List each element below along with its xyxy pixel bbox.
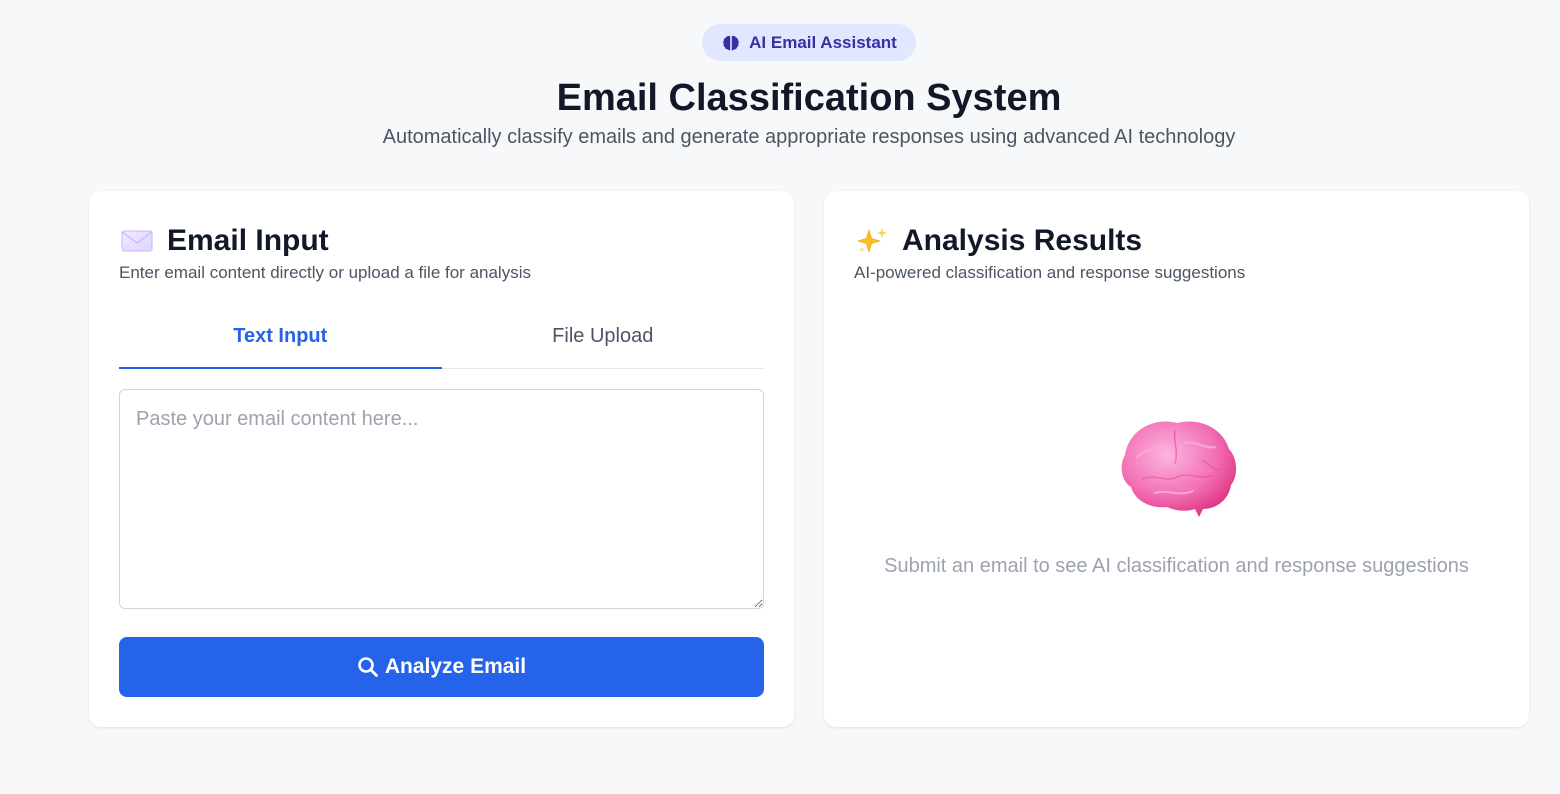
envelope-icon bbox=[121, 230, 153, 252]
badge-label: AI Email Assistant bbox=[749, 32, 897, 52]
page: AI Email Assistant Email Classification … bbox=[0, 0, 1560, 794]
analysis-results-title: Analysis Results bbox=[902, 224, 1143, 257]
email-input-description: Enter email content directly or upload a… bbox=[119, 263, 531, 282]
tab-text-input[interactable]: Text Input bbox=[119, 315, 442, 369]
brain-illustration bbox=[1121, 421, 1236, 517]
results-empty-state: Submit an email to see AI classification… bbox=[824, 413, 1529, 579]
analysis-results-card: Analysis Results AI-powered classificati… bbox=[824, 191, 1529, 727]
analysis-results-description: AI-powered classification and response s… bbox=[854, 263, 1246, 282]
page-title: Email Classification System bbox=[556, 77, 1062, 119]
page-subtitle: Automatically classify emails and genera… bbox=[382, 126, 1236, 148]
results-empty-text: Submit an email to see AI classification… bbox=[884, 555, 1469, 577]
analyze-email-button[interactable]: Analyze Email bbox=[119, 637, 764, 697]
input-tabs: Text Input File Upload bbox=[119, 315, 764, 369]
analyze-email-label: Analyze Email bbox=[384, 655, 527, 678]
email-input-header: Email Input bbox=[119, 225, 329, 257]
brain-icon bbox=[723, 35, 739, 50]
email-input-card: Email Input Enter email content directly… bbox=[89, 191, 794, 727]
email-content-textarea[interactable] bbox=[119, 389, 764, 609]
email-input-title: Email Input bbox=[167, 224, 329, 257]
search-icon bbox=[358, 657, 378, 677]
ai-assistant-badge: AI Email Assistant bbox=[702, 24, 916, 61]
tab-file-upload[interactable]: File Upload bbox=[442, 315, 765, 368]
analysis-results-header: Analysis Results bbox=[854, 225, 1142, 257]
sparkles-icon bbox=[856, 228, 887, 254]
